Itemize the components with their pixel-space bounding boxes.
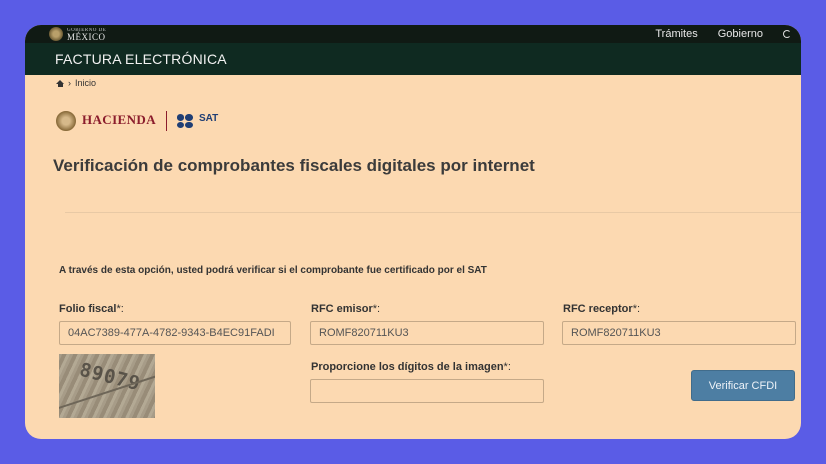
captcha-label: Proporcione los dígitos de la imagen*: [311,361,511,373]
intro-text: A través de esta opción, usted podrá ver… [59,265,487,276]
sat-logo-subtitle [199,124,218,128]
gov-top-bar: GOBIERNO DE MÉXICO Trámites Gobierno [25,25,801,43]
nav-tramites[interactable]: Trámites [655,28,697,40]
home-icon[interactable] [56,79,64,87]
captcha-input[interactable] [310,379,544,403]
search-icon[interactable] [783,30,791,38]
rfc-emisor-input[interactable]: ROMF820711KU3 [310,321,544,345]
captcha-image-text: 89079 [77,358,143,396]
institution-logos: HACIENDA SAT [56,111,218,131]
mexico-seal-icon [49,27,63,41]
rfc-receptor-input[interactable]: ROMF820711KU3 [562,321,796,345]
breadcrumb: › Inicio [56,78,96,88]
site-header: FACTURA ELECTRÓNICA [25,43,801,75]
verify-cfdi-button[interactable]: Verificar CFDI [691,370,795,401]
breadcrumb-home[interactable]: Inicio [75,78,96,88]
breadcrumb-separator: › [68,78,71,88]
site-title[interactable]: FACTURA ELECTRÓNICA [55,51,227,67]
nav-gobierno[interactable]: Gobierno [718,28,763,40]
hacienda-logo-subtitle [82,126,156,130]
captcha-image: 89079 [59,354,155,418]
browser-frame: GOBIERNO DE MÉXICO Trámites Gobierno FAC… [25,25,801,439]
page-title: Verificación de comprobantes fiscales di… [53,156,535,175]
folio-fiscal-input[interactable]: 04AC7389-477A-4782-9343-B4EC91FADI [59,321,291,345]
sat-logo-icon [176,114,193,128]
logo-divider [165,111,167,131]
divider [65,212,801,213]
sat-logo-text: SAT [198,113,219,124]
folio-fiscal-label: Folio fiscal*: [59,303,124,315]
hacienda-logo-text: HACIENDA [82,111,156,127]
hacienda-seal-icon [56,111,76,131]
gov-logo-main: MÉXICO [67,31,106,42]
gov-nav: Trámites Gobierno [655,25,791,43]
rfc-emisor-label: RFC emisor*: [311,303,381,315]
gov-logo-top: GOBIERNO DE [67,27,107,33]
gob-mx-logo[interactable]: GOBIERNO DE MÉXICO [49,25,106,43]
rfc-receptor-label: RFC receptor*: [563,303,641,315]
